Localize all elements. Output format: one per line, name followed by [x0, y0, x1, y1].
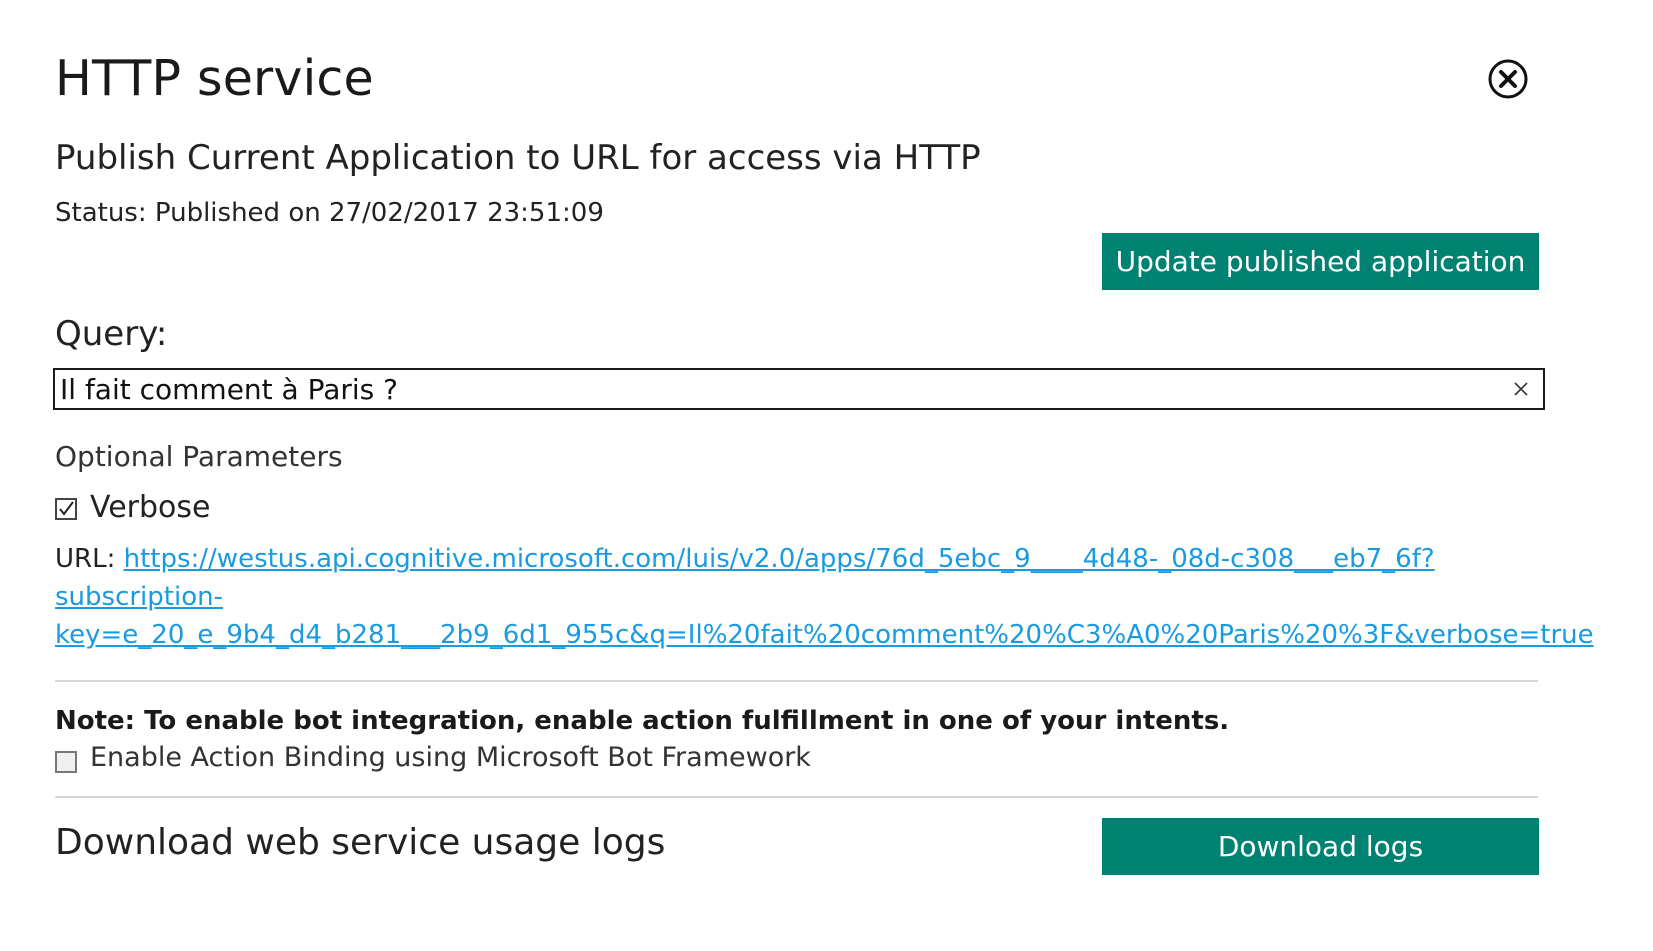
verbose-label: Verbose: [90, 490, 211, 525]
action-binding-label: Enable Action Binding using Microsoft Bo…: [90, 742, 811, 773]
checkmark-icon: [59, 501, 74, 516]
query-input[interactable]: [60, 370, 1490, 408]
endpoint-url-link-part-1[interactable]: https://westus.api.cognitive.microsoft.c…: [124, 544, 1435, 574]
download-logs-heading: Download web service usage logs: [55, 822, 666, 863]
download-logs-button[interactable]: Download logs: [1102, 818, 1539, 875]
bot-integration-note: Note: To enable bot integration, enable …: [55, 706, 1230, 736]
section-divider: [55, 796, 1538, 798]
action-binding-checkbox[interactable]: [55, 751, 77, 773]
optional-parameters-heading: Optional Parameters: [55, 440, 343, 473]
url-label: URL:: [55, 544, 124, 574]
endpoint-url-link-part-2[interactable]: subscription-: [55, 582, 223, 612]
update-published-application-button[interactable]: Update published application: [1102, 233, 1539, 290]
dialog-subtitle: Publish Current Application to URL for a…: [55, 138, 981, 178]
clear-x-icon[interactable]: [1509, 377, 1533, 401]
endpoint-url-link-part-3[interactable]: key=e_20_e_9b4_d4_b281___2b9_6d1_955c&q=…: [55, 620, 1594, 650]
close-icon[interactable]: [1487, 58, 1529, 100]
verbose-checkbox[interactable]: [55, 498, 77, 520]
query-label: Query:: [55, 314, 168, 354]
section-divider: [55, 680, 1538, 682]
url-block: URL: https://westus.api.cognitive.micros…: [55, 540, 1615, 654]
query-field: [53, 368, 1545, 410]
dialog-title: HTTP service: [55, 50, 374, 107]
publish-status: Status: Published on 27/02/2017 23:51:09: [55, 198, 604, 228]
